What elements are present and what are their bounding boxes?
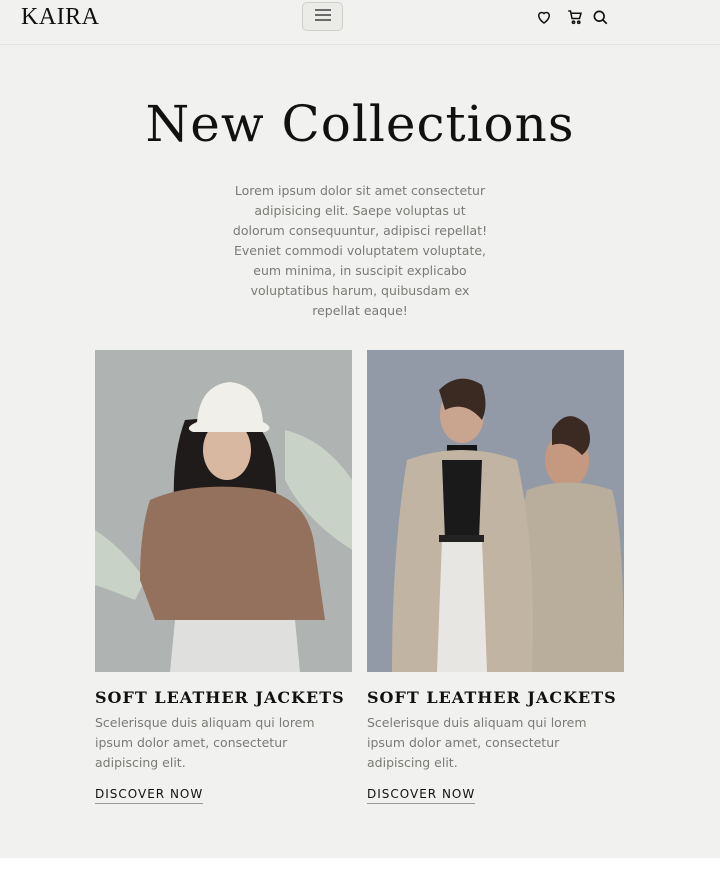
collection-card: SOFT LEATHER JACKETS Scelerisque duis al… bbox=[95, 350, 352, 804]
section-title: New Collections bbox=[145, 95, 575, 153]
hamburger-icon bbox=[313, 7, 333, 26]
collection-photo[interactable] bbox=[367, 350, 624, 672]
section-description: Lorem ipsum dolor sit amet consectetur a… bbox=[232, 183, 488, 318]
site-header: KAIRA bbox=[0, 0, 720, 45]
header-actions bbox=[535, 7, 609, 27]
card-title: SOFT LEATHER JACKETS bbox=[95, 688, 345, 707]
collection-photo[interactable] bbox=[95, 350, 352, 672]
collection-card: SOFT LEATHER JACKETS Scelerisque duis al… bbox=[367, 350, 624, 804]
card-description: Scelerisque duis aliquam qui lorem ipsum… bbox=[95, 715, 315, 770]
card-title: SOFT LEATHER JACKETS bbox=[367, 688, 617, 707]
card-description: Scelerisque duis aliquam qui lorem ipsum… bbox=[367, 715, 587, 770]
brand-logo[interactable]: KAIRA bbox=[21, 4, 100, 31]
model-bucket-hat-photo bbox=[95, 350, 352, 672]
search-icon[interactable] bbox=[591, 8, 609, 26]
models-trench-coat-photo bbox=[367, 350, 624, 672]
menu-toggle-button[interactable] bbox=[302, 2, 343, 31]
cart-icon[interactable] bbox=[566, 8, 584, 26]
footer-band bbox=[0, 858, 720, 875]
discover-now-link[interactable]: DISCOVER NOW bbox=[367, 787, 476, 804]
discover-now-link[interactable]: DISCOVER NOW bbox=[95, 787, 204, 804]
heart-icon[interactable] bbox=[535, 8, 553, 26]
